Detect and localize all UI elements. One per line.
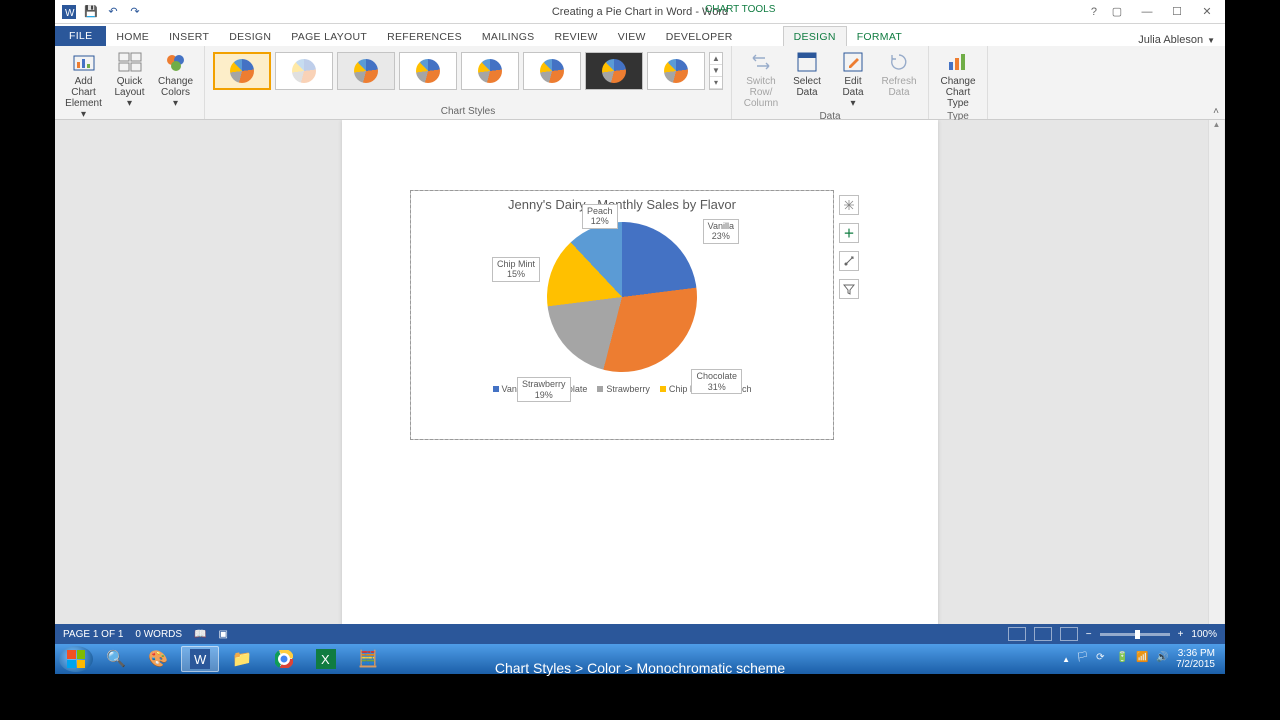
tab-mailings[interactable]: MAILINGS [472, 27, 545, 46]
data-label-peach[interactable]: Peach12% [582, 204, 618, 229]
chart-styles-button[interactable] [839, 251, 859, 271]
redo-icon[interactable]: ↷ [127, 4, 143, 20]
chart-object[interactable]: Jenny's Dairy - Monthly Sales by Flavor … [410, 190, 834, 440]
chart-style-2[interactable] [275, 52, 333, 90]
chart-legend[interactable]: Vanilla Chocolate Strawberry Chip Mint P… [411, 384, 833, 394]
data-label-chocolate[interactable]: Chocolate31% [691, 369, 742, 394]
layout-options-button[interactable] [839, 195, 859, 215]
zoom-slider[interactable] [1100, 633, 1170, 636]
chart-elements-button[interactable]: ＋ [839, 223, 859, 243]
status-proofing-icon[interactable]: 📖 [194, 629, 206, 640]
status-bar: PAGE 1 OF 1 0 WORDS 📖 ▣ − + 100% [55, 624, 1225, 644]
select-data-button[interactable]: Select Data [784, 48, 830, 111]
zoom-in-icon[interactable]: + [1178, 629, 1184, 640]
tab-view[interactable]: VIEW [608, 27, 656, 46]
refresh-data-button: Refresh Data [876, 48, 922, 111]
ribbon-options-icon[interactable]: ▢ [1107, 5, 1127, 18]
view-print-layout[interactable] [1034, 627, 1052, 641]
close-icon[interactable]: ✕ [1197, 5, 1217, 18]
data-label-chipmint[interactable]: Chip Mint15% [492, 257, 540, 282]
word-app-icon: W [61, 4, 77, 20]
view-read-mode[interactable] [1008, 627, 1026, 641]
document-title: Creating a Pie Chart in Word - Word [552, 6, 728, 18]
tab-design[interactable]: DESIGN [219, 27, 281, 46]
change-colors-button[interactable]: Change Colors▾ [153, 48, 199, 122]
document-area[interactable]: Jenny's Dairy - Monthly Sales by Flavor … [55, 120, 1225, 630]
chart-title[interactable]: Jenny's Dairy - Monthly Sales by Flavor [411, 191, 833, 212]
save-icon[interactable]: 💾 [83, 4, 99, 20]
add-chart-element-button[interactable]: Add Chart Element▾ [61, 48, 107, 122]
title-bar: W 💾 ↶ ↷ Creating a Pie Chart in Word - W… [55, 0, 1225, 24]
zoom-out-icon[interactable]: − [1086, 629, 1092, 640]
chart-style-5[interactable] [461, 52, 519, 90]
collapse-ribbon-icon[interactable]: ˄ [1213, 106, 1219, 117]
tab-developer[interactable]: DEVELOPER [656, 27, 743, 46]
chart-style-1[interactable] [213, 52, 271, 90]
edit-data-button[interactable]: Edit Data▾ [830, 48, 876, 111]
chevron-down-icon[interactable]: ▼ [1207, 36, 1215, 45]
help-icon[interactable]: ? [1091, 6, 1097, 18]
data-label-vanilla[interactable]: Vanilla23% [703, 219, 739, 244]
status-macros-icon[interactable]: ▣ [219, 629, 228, 640]
tab-chart-design[interactable]: DESIGN [783, 26, 847, 46]
tab-page-layout[interactable]: PAGE LAYOUT [281, 27, 377, 46]
chart-style-3[interactable] [337, 52, 395, 90]
video-caption: Chart Styles > Color > Monochromatic sch… [0, 656, 1280, 680]
view-web-layout[interactable] [1060, 627, 1078, 641]
tab-references[interactable]: REFERENCES [377, 27, 472, 46]
tab-file[interactable]: FILE [55, 26, 106, 46]
chart-tools-label: CHART TOOLS [705, 4, 775, 15]
status-words[interactable]: 0 WORDS [135, 629, 182, 640]
undo-icon[interactable]: ↶ [105, 4, 121, 20]
vertical-scrollbar[interactable] [1208, 120, 1224, 630]
switch-row-column-button: Switch Row/ Column [738, 48, 784, 111]
ribbon: Add Chart Element▾ Quick Layout▾ Change … [55, 46, 1225, 120]
gallery-scroll[interactable]: ▲▼▾ [709, 52, 723, 90]
tab-chart-format[interactable]: FORMAT [847, 27, 912, 46]
chart-style-6[interactable] [523, 52, 581, 90]
minimize-icon[interactable]: — [1137, 6, 1157, 18]
chart-filters-button[interactable] [839, 279, 859, 299]
zoom-level[interactable]: 100% [1191, 629, 1217, 640]
status-page[interactable]: PAGE 1 OF 1 [63, 629, 123, 640]
chart-style-7[interactable] [585, 52, 643, 90]
maximize-icon[interactable]: ☐ [1167, 5, 1187, 18]
chart-style-8[interactable] [647, 52, 705, 90]
ribbon-tabs: FILE HOME INSERT DESIGN PAGE LAYOUT REFE… [55, 24, 1225, 46]
group-label-styles: Chart Styles [441, 106, 495, 119]
svg-text:W: W [65, 8, 75, 19]
data-label-strawberry[interactable]: Strawberry19% [517, 377, 571, 402]
quick-layout-button[interactable]: Quick Layout▾ [107, 48, 153, 122]
tab-insert[interactable]: INSERT [159, 27, 219, 46]
change-chart-type-button[interactable]: Change Chart Type [935, 48, 981, 111]
chart-style-4[interactable] [399, 52, 457, 90]
account-user[interactable]: Julia Ableson [1138, 34, 1203, 46]
tab-home[interactable]: HOME [106, 27, 159, 46]
page: Jenny's Dairy - Monthly Sales by Flavor … [342, 120, 938, 630]
tab-review[interactable]: REVIEW [544, 27, 607, 46]
chart-styles-gallery: ▲▼▾ [211, 48, 725, 94]
